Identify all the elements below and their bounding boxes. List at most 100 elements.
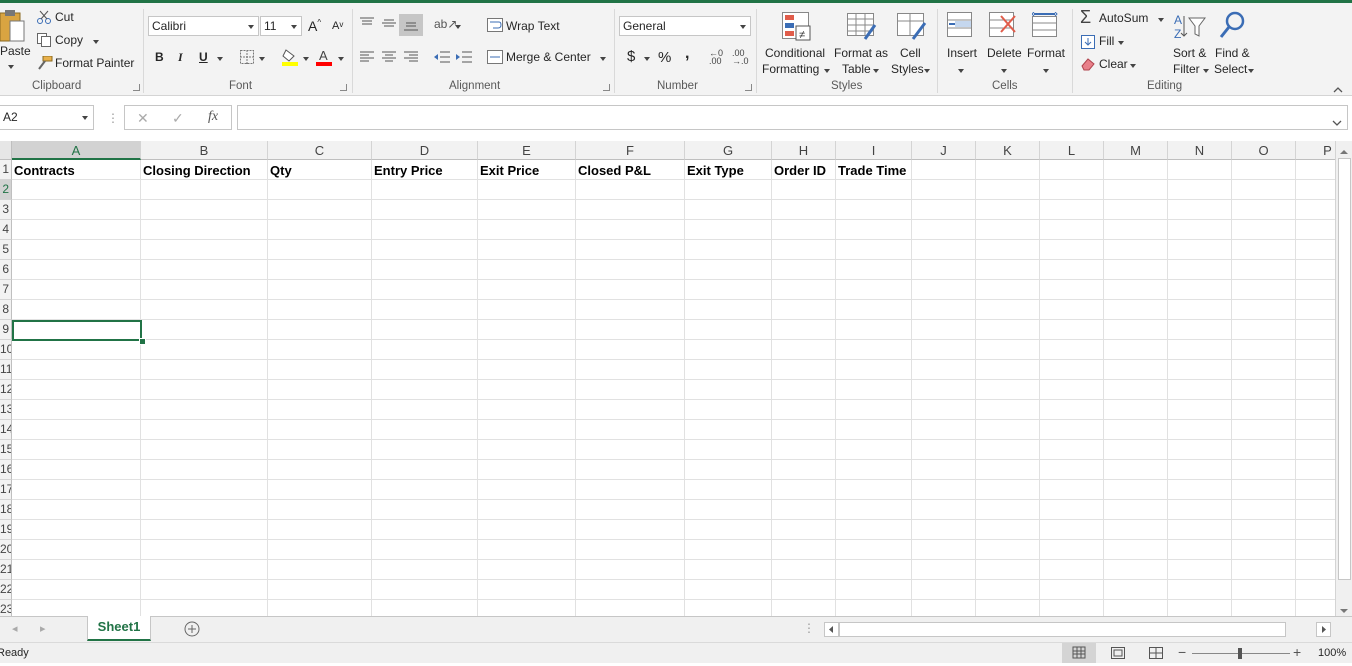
find-select-button[interactable]: Find & bbox=[1215, 46, 1250, 60]
horizontal-scroll-thumb[interactable] bbox=[839, 622, 1286, 637]
row-header-6[interactable]: 6 bbox=[0, 260, 12, 280]
column-header-i[interactable]: I bbox=[836, 141, 912, 160]
row-header-4[interactable]: 4 bbox=[0, 220, 12, 240]
wrap-text-button[interactable]: Wrap Text bbox=[506, 19, 560, 33]
italic-button[interactable]: I bbox=[178, 50, 183, 65]
format-dropdown-icon[interactable] bbox=[1043, 69, 1049, 73]
underline-dropdown-icon[interactable] bbox=[217, 57, 223, 61]
row-header-21[interactable]: 21 bbox=[0, 560, 12, 580]
align-left-icon[interactable] bbox=[360, 51, 374, 66]
column-header-d[interactable]: D bbox=[372, 141, 478, 160]
orientation-dropdown-icon[interactable] bbox=[455, 25, 461, 29]
header-cell-g[interactable]: Exit Type bbox=[685, 160, 771, 180]
align-center-icon[interactable] bbox=[382, 51, 396, 66]
cell-styles-button[interactable]: Cell bbox=[900, 46, 921, 60]
font-launcher-icon[interactable] bbox=[340, 84, 347, 91]
conditional-formatting-button[interactable]: Conditional bbox=[765, 46, 825, 60]
font-color-icon[interactable]: A bbox=[316, 48, 334, 69]
clipboard-launcher-icon[interactable] bbox=[133, 84, 140, 91]
active-cell[interactable] bbox=[12, 320, 142, 341]
paste-dropdown-icon[interactable] bbox=[8, 65, 14, 69]
row-header-10[interactable]: 10 bbox=[0, 340, 12, 360]
column-header-h[interactable]: H bbox=[772, 141, 836, 160]
insert-button[interactable]: Insert bbox=[947, 46, 977, 60]
scroll-right-icon[interactable] bbox=[1316, 622, 1331, 637]
row-header-12[interactable]: 12 bbox=[0, 380, 12, 400]
decrease-decimal-icon[interactable]: .00 →.0 bbox=[732, 49, 749, 66]
cut-button[interactable]: Cut bbox=[55, 10, 74, 24]
format-as-table-button[interactable]: Format as bbox=[834, 46, 888, 60]
row-header-1[interactable]: 1 bbox=[0, 160, 12, 180]
increase-decimal-icon[interactable]: ←0.00 bbox=[709, 49, 723, 66]
merge-center-button[interactable]: Merge & Center bbox=[506, 50, 591, 64]
header-cell-h[interactable]: Order ID bbox=[772, 160, 835, 180]
row-header-20[interactable]: 20 bbox=[0, 540, 12, 560]
column-header-o[interactable]: O bbox=[1232, 141, 1296, 160]
conditional-formatting-dropdown-icon[interactable] bbox=[824, 69, 830, 73]
column-header-a[interactable]: A bbox=[12, 141, 141, 160]
align-right-icon[interactable] bbox=[404, 51, 418, 66]
row-header-2[interactable]: 2 bbox=[0, 180, 12, 200]
row-header-19[interactable]: 19 bbox=[0, 520, 12, 540]
top-align-icon[interactable] bbox=[360, 17, 374, 32]
format-button[interactable]: Format bbox=[1027, 46, 1065, 60]
normal-view-button[interactable] bbox=[1062, 643, 1096, 663]
delete-dropdown-icon[interactable] bbox=[1001, 69, 1007, 73]
scroll-left-icon[interactable] bbox=[824, 622, 839, 637]
row-header-16[interactable]: 16 bbox=[0, 460, 12, 480]
add-sheet-icon[interactable] bbox=[184, 621, 200, 640]
font-size-combobox[interactable]: 11 bbox=[260, 16, 302, 36]
column-header-e[interactable]: E bbox=[478, 141, 576, 160]
font-color-dropdown-icon[interactable] bbox=[338, 57, 344, 61]
row-header-3[interactable]: 3 bbox=[0, 200, 12, 220]
row-header-18[interactable]: 18 bbox=[0, 500, 12, 520]
decrease-indent-icon[interactable] bbox=[434, 51, 450, 66]
sort-filter-label[interactable]: Filter bbox=[1173, 62, 1200, 76]
row-header-5[interactable]: 5 bbox=[0, 240, 12, 260]
row-header-17[interactable]: 17 bbox=[0, 480, 12, 500]
number-format-combobox[interactable]: General bbox=[619, 16, 751, 36]
column-header-m[interactable]: M bbox=[1104, 141, 1168, 160]
page-break-view-icon[interactable] bbox=[1149, 647, 1163, 662]
comma-button[interactable]: , bbox=[685, 45, 689, 63]
currency-button[interactable]: $ bbox=[627, 48, 635, 65]
row-header-13[interactable]: 13 bbox=[0, 400, 12, 420]
header-cell-i[interactable]: Trade Time bbox=[836, 160, 911, 180]
sort-filter-dropdown-icon[interactable] bbox=[1203, 69, 1209, 73]
row-header-9[interactable]: 9 bbox=[0, 320, 12, 340]
decrease-font-size-icon[interactable]: Av bbox=[332, 20, 343, 32]
increase-font-size-icon[interactable]: A^ bbox=[308, 18, 321, 34]
clear-button[interactable]: Clear bbox=[1099, 57, 1128, 71]
find-select-label[interactable]: Select bbox=[1214, 62, 1247, 76]
insert-dropdown-icon[interactable] bbox=[958, 69, 964, 73]
fill-dropdown-icon[interactable] bbox=[1118, 41, 1124, 45]
formula-input[interactable] bbox=[237, 105, 1348, 130]
merge-center-dropdown-icon[interactable] bbox=[600, 57, 606, 61]
conditional-formatting-label[interactable]: Formatting bbox=[762, 62, 819, 76]
header-cell-e[interactable]: Exit Price bbox=[478, 160, 575, 180]
page-layout-view-icon[interactable] bbox=[1111, 647, 1125, 662]
zoom-level[interactable]: 100% bbox=[1318, 647, 1346, 659]
column-header-b[interactable]: B bbox=[141, 141, 268, 160]
paste-icon[interactable] bbox=[0, 9, 26, 45]
currency-dropdown-icon[interactable] bbox=[644, 57, 650, 61]
column-header-j[interactable]: J bbox=[912, 141, 976, 160]
fill-color-dropdown-icon[interactable] bbox=[303, 57, 309, 61]
format-painter-button[interactable]: Format Painter bbox=[55, 56, 134, 70]
row-header-15[interactable]: 15 bbox=[0, 440, 12, 460]
next-sheet-icon[interactable]: ▸ bbox=[40, 622, 46, 635]
row-header-7[interactable]: 7 bbox=[0, 280, 12, 300]
row-header-11[interactable]: 11 bbox=[0, 360, 12, 380]
font-name-combobox[interactable]: Calibri bbox=[148, 16, 259, 36]
paste-button[interactable]: Paste bbox=[0, 44, 31, 58]
vertical-scroll-thumb[interactable] bbox=[1338, 158, 1351, 580]
increase-indent-icon[interactable] bbox=[456, 51, 472, 66]
autosum-dropdown-icon[interactable] bbox=[1158, 18, 1164, 22]
spreadsheet-grid[interactable]: ABCDEFGHIJKLMNOP 12345678910111213141516… bbox=[0, 141, 1335, 616]
percent-button[interactable]: % bbox=[658, 49, 671, 66]
zoom-in-icon[interactable]: + bbox=[1293, 644, 1301, 660]
column-header-g[interactable]: G bbox=[685, 141, 772, 160]
column-header-l[interactable]: L bbox=[1040, 141, 1104, 160]
bottom-align-icon[interactable] bbox=[399, 14, 423, 36]
autosum-button[interactable]: AutoSum bbox=[1099, 11, 1148, 25]
